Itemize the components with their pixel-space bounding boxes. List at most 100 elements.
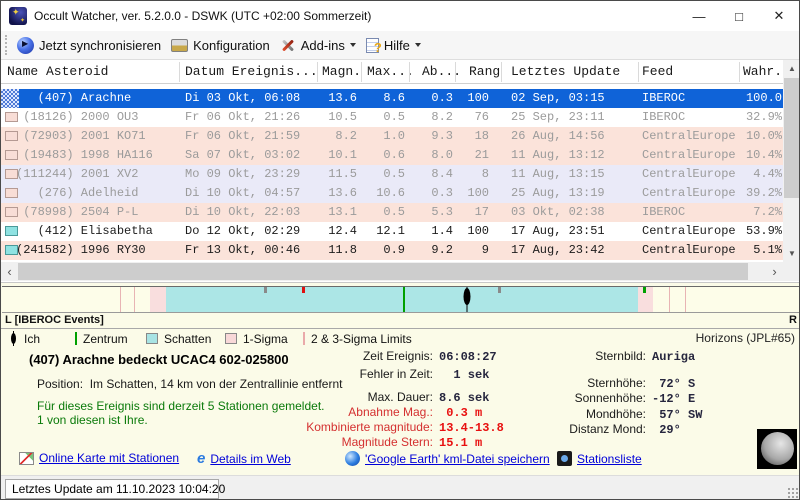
cell-feed: CentralEurope	[642, 224, 736, 238]
cell-datum: Mo 09 Okt, 23:29	[185, 167, 301, 181]
legend-label: Zentrum	[83, 331, 128, 346]
link-label[interactable]: 'Google Earth' kml-Datei speichern	[365, 452, 550, 466]
column-header[interactable]: Letztes Update	[511, 64, 620, 79]
sync-button[interactable]: Jetzt synchronisieren	[17, 36, 161, 54]
legend-label: 1-Sigma	[243, 331, 288, 346]
cell-rang: 100	[467, 91, 489, 105]
cell-feed: CentralEurope	[642, 129, 736, 143]
field-value: 29°	[652, 423, 681, 437]
detail-field: Sonnenhöhe: -12° E	[546, 391, 696, 406]
column-header[interactable]: Feed	[642, 64, 673, 79]
cell-wahr: 7.2%	[753, 205, 782, 219]
field-value: 8.6 sek	[439, 391, 490, 405]
cell-wahr: 32.9%	[745, 110, 782, 124]
cell-update: 17 Aug, 23:51	[511, 224, 605, 238]
table-row[interactable]: (18126) 2000 OU3 Fr 06 Okt, 21:26 10.5 0.5 8…	[1, 108, 783, 127]
cell-magn: 12.4	[328, 224, 357, 238]
detail-field: Magnitude Stern: 15.1 m	[223, 435, 483, 450]
horizontal-scrollbar[interactable]: ‹ ›	[1, 262, 783, 281]
cell-name: (407) Arachne	[16, 91, 132, 105]
cell-feed: IBEROC	[642, 110, 686, 124]
timeline-strip[interactable]	[2, 286, 799, 313]
cell-max: 0.5	[383, 110, 405, 124]
chevron-down-icon	[349, 43, 356, 47]
link-label[interactable]: Stationsliste	[577, 452, 642, 466]
horizontal-scroll-thumb[interactable]	[18, 263, 748, 280]
sigma23-line	[133, 287, 135, 312]
window-title: Occult Watcher, ver. 5.2.0.0 - DSWK (UTC…	[34, 9, 372, 23]
table-row[interactable]: (276) Adelheid Di 10 Okt, 04:57 13.6 10.6 0.…	[1, 184, 783, 203]
detail-field: Distanz Mond: 29°	[546, 422, 681, 437]
cell-wahr: 10.4%	[745, 148, 782, 162]
center-line	[402, 287, 405, 312]
link-label[interactable]: Online Karte mit Stationen	[39, 451, 179, 465]
link-ie: e Details im Web	[197, 451, 291, 466]
cell-name: (241582) 1996 RY30	[16, 243, 146, 257]
table-rows: (407) Arachne Di 03 Okt, 06:08 13.6 8.6 0.3 1…	[1, 89, 783, 260]
sigma1-band	[150, 287, 167, 312]
last-update-status: Letztes Update am 11.10.2023 10:04:20	[5, 479, 225, 499]
horizons-label: Horizons (JPL#65)	[695, 331, 795, 345]
column-header[interactable]: Name Asteroid	[7, 64, 108, 79]
cell-rang: 100	[467, 224, 489, 238]
table-row[interactable]: (412) Elisabetha Do 12 Okt, 02:29 12.4 12.1…	[1, 222, 783, 241]
cell-wahr: 10.0%	[745, 129, 782, 143]
column-header[interactable]: Datum Ereignis...	[185, 64, 318, 79]
close-button[interactable]: ✕	[759, 1, 799, 31]
vertical-scrollbar[interactable]: ▲ ▼	[783, 60, 799, 262]
cell-name: (276) Adelheid	[16, 186, 139, 200]
column-header[interactable]: Max...	[367, 64, 414, 79]
cell-rang: 9	[481, 243, 489, 257]
cell-rang: 17	[474, 205, 489, 219]
scroll-left-icon[interactable]: ‹	[1, 262, 18, 281]
scroll-right-icon[interactable]: ›	[766, 262, 783, 281]
minimize-button[interactable]: —	[679, 1, 719, 31]
cell-ab: 5.3	[431, 205, 453, 219]
cell-datum: Di 10 Okt, 22:03	[185, 205, 301, 219]
field-label: Distanz Mond:	[569, 422, 646, 436]
detail-field: Mondhöhe: 57° SW	[546, 407, 702, 422]
sigma1-swatch-icon	[225, 333, 237, 344]
column-header[interactable]: Magn.	[322, 64, 361, 79]
vertical-scroll-thumb[interactable]	[784, 78, 799, 198]
column-header[interactable]: Rang	[469, 64, 500, 79]
cell-wahr: 4.4%	[753, 167, 782, 181]
sync-icon	[17, 36, 34, 54]
column-header[interactable]: Wahr.	[743, 64, 782, 79]
resize-grip[interactable]	[787, 487, 799, 499]
app-window: Occult Watcher, ver. 5.2.0.0 - DSWK (UTC…	[0, 0, 800, 500]
map-icon	[19, 451, 34, 465]
table-row[interactable]: (19483) 1998 HA116 Sa 07 Okt, 03:02 10.1 0.…	[1, 146, 783, 165]
cell-ab: 9.2	[431, 243, 453, 257]
cell-datum: Di 03 Okt, 06:08	[185, 91, 301, 105]
link-label[interactable]: Details im Web	[210, 452, 290, 466]
table-row[interactable]: (111244) 2001 XV2 Mo 09 Okt, 23:29 11.5 0.5…	[1, 165, 783, 184]
toolbar-grip[interactable]	[5, 35, 7, 55]
scroll-down-icon[interactable]: ▼	[783, 249, 799, 258]
field-value: 15.1 m	[439, 436, 483, 450]
link-map: Online Karte mit Stationen	[19, 451, 179, 465]
help-button[interactable]: Hilfe	[365, 37, 421, 55]
column-headers: Name Asteroid Datum Ereignis... Magn. Max..…	[1, 60, 783, 84]
field-value: 72° S	[652, 377, 696, 391]
cell-max: 0.5	[383, 205, 405, 219]
field-value: 13.4-13.8	[439, 421, 504, 435]
ich-marker-lens	[463, 288, 471, 305]
cell-datum: Fr 06 Okt, 21:26	[185, 110, 301, 124]
configuration-button[interactable]: Konfiguration	[171, 38, 270, 53]
cell-datum: Fr 06 Okt, 21:59	[185, 129, 301, 143]
scroll-up-icon[interactable]: ▲	[783, 64, 799, 73]
field-label: Max. Dauer:	[367, 390, 433, 404]
table-row[interactable]: (241582) 1996 RY30 Fr 13 Okt, 00:46 11.8 0.…	[1, 241, 783, 260]
table-row[interactable]: (407) Arachne Di 03 Okt, 06:08 13.6 8.6 0.3 1…	[1, 89, 783, 108]
status-bar: Letztes Update am 11.10.2023 10:04:20	[1, 475, 799, 499]
addins-button[interactable]: Add-ins	[280, 37, 356, 53]
field-label: Zeit Ereignis:	[362, 349, 433, 363]
table-row[interactable]: (72903) 2001 KO71 Fr 06 Okt, 21:59 8.2 1.0 9…	[1, 127, 783, 146]
table-row[interactable]: (78998) 2504 P-L Di 10 Okt, 22:03 13.1 0.5 5…	[1, 203, 783, 222]
maximize-button[interactable]: □	[719, 1, 759, 31]
field-value: Auriga	[652, 350, 696, 364]
cell-update: 26 Aug, 14:56	[511, 129, 605, 143]
schatten-swatch-icon	[146, 333, 158, 344]
sigma23-line	[669, 287, 671, 312]
